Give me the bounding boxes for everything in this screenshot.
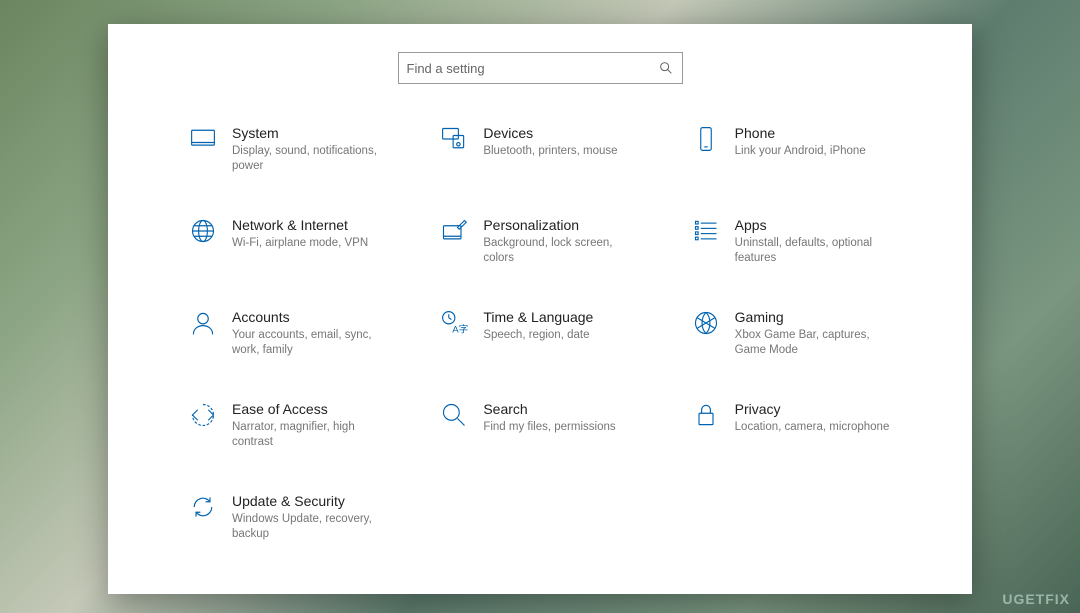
tile-update-security[interactable]: Update & Security Windows Update, recove… [188,492,409,542]
devices-icon [439,124,469,154]
apps-icon [691,216,721,246]
tile-title: System [232,124,392,142]
tile-ease-of-access[interactable]: Ease of Access Narrator, magnifier, high… [188,400,409,450]
tile-desc: Display, sound, notifications, power [232,144,392,174]
settings-grid: System Display, sound, notifications, po… [108,124,972,542]
tile-accounts[interactable]: Accounts Your accounts, email, sync, wor… [188,308,409,358]
tile-title: Search [483,400,615,418]
tile-title: Update & Security [232,492,392,510]
tile-desc: Wi-Fi, airplane mode, VPN [232,236,368,251]
tile-title: Apps [735,216,895,234]
tile-system[interactable]: System Display, sound, notifications, po… [188,124,409,174]
search-icon [658,60,674,76]
search-category-icon [439,400,469,430]
system-icon [188,124,218,154]
tile-search[interactable]: Search Find my files, permissions [439,400,660,450]
tile-desc: Bluetooth, printers, mouse [483,144,617,159]
tile-title: Gaming [735,308,895,326]
tile-phone[interactable]: Phone Link your Android, iPhone [691,124,912,174]
gaming-icon [691,308,721,338]
tile-network[interactable]: Network & Internet Wi-Fi, airplane mode,… [188,216,409,266]
tile-title: Ease of Access [232,400,392,418]
tile-personalization[interactable]: Personalization Background, lock screen,… [439,216,660,266]
tile-title: Personalization [483,216,643,234]
tile-desc: Uninstall, defaults, optional features [735,236,895,266]
tile-title: Time & Language [483,308,593,326]
phone-icon [691,124,721,154]
lock-icon [691,400,721,430]
time-language-icon: A字 [439,308,469,338]
tile-title: Accounts [232,308,392,326]
tile-apps[interactable]: Apps Uninstall, defaults, optional featu… [691,216,912,266]
accounts-icon [188,308,218,338]
tile-desc: Windows Update, recovery, backup [232,512,392,542]
tile-title: Privacy [735,400,890,418]
tile-desc: Xbox Game Bar, captures, Game Mode [735,328,895,358]
tile-desc: Speech, region, date [483,328,593,343]
update-icon [188,492,218,522]
globe-icon [188,216,218,246]
tile-desc: Link your Android, iPhone [735,144,866,159]
tile-devices[interactable]: Devices Bluetooth, printers, mouse [439,124,660,174]
tile-desc: Location, camera, microphone [735,420,890,435]
ease-of-access-icon [188,400,218,430]
personalization-icon [439,216,469,246]
tile-title: Devices [483,124,617,142]
tile-desc: Find my files, permissions [483,420,615,435]
tile-desc: Your accounts, email, sync, work, family [232,328,392,358]
tile-privacy[interactable]: Privacy Location, camera, microphone [691,400,912,450]
tile-title: Phone [735,124,866,142]
search-bar[interactable] [398,52,683,84]
search-input[interactable] [407,61,658,76]
tile-desc: Background, lock screen, colors [483,236,643,266]
tile-gaming[interactable]: Gaming Xbox Game Bar, captures, Game Mod… [691,308,912,358]
watermark: UGETFIX [1002,591,1070,607]
settings-window: System Display, sound, notifications, po… [108,24,972,594]
tile-title: Network & Internet [232,216,368,234]
tile-time-language[interactable]: A字 Time & Language Speech, region, date [439,308,660,358]
svg-text:A字: A字 [453,324,469,336]
tile-desc: Narrator, magnifier, high contrast [232,420,392,450]
